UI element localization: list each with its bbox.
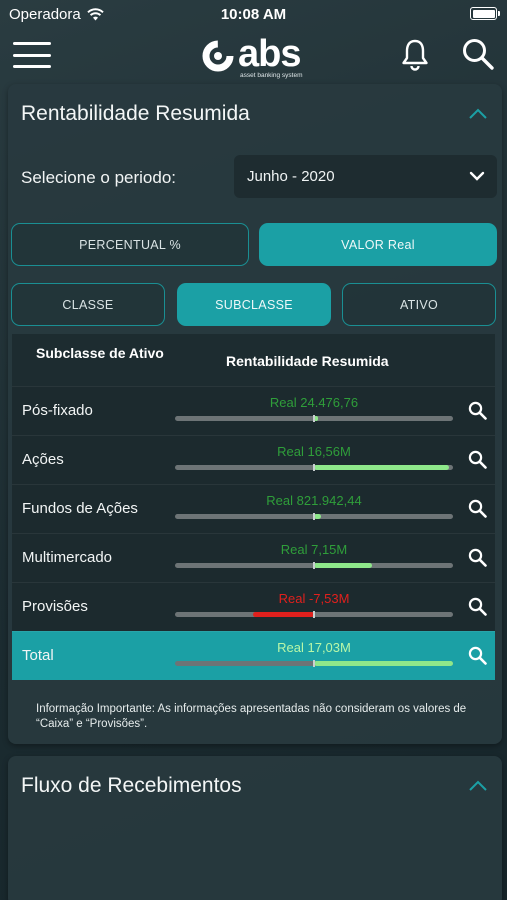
- classe-tab[interactable]: CLASSE: [11, 283, 165, 326]
- search-icon[interactable]: [461, 37, 495, 71]
- value-bar-track: [175, 415, 453, 422]
- row-value: Real 7,15M: [280, 542, 348, 557]
- column-header-subclasse: Subclasse de Ativo: [36, 345, 164, 361]
- important-notice: Informação Importante: As informações ap…: [36, 703, 467, 730]
- row-name: Ações: [22, 451, 64, 468]
- row-value: Real -7,53M: [278, 591, 350, 606]
- zero-marker: [313, 660, 315, 667]
- rentabilidade-table: Subclasse de Ativo Rentabilidade Resumid…: [12, 334, 495, 684]
- chevron-up-icon[interactable]: [468, 780, 488, 792]
- row-name: Fundos de Ações: [22, 500, 138, 517]
- row-search-icon[interactable]: [468, 499, 487, 518]
- row-search-icon[interactable]: [468, 597, 487, 616]
- zero-marker: [313, 415, 315, 422]
- row-value: Real 24.476,76: [269, 395, 359, 410]
- logo-text: abs: [238, 33, 301, 75]
- subclasse-tab[interactable]: SUBCLASSE: [177, 283, 331, 326]
- value-bar-track: [175, 660, 453, 667]
- table-row: Ações Real 16,56M: [12, 435, 495, 484]
- zero-marker: [313, 513, 315, 520]
- table-header: Subclasse de Ativo Rentabilidade Resumid…: [12, 334, 495, 386]
- row-search-icon[interactable]: [468, 450, 487, 469]
- status-time: 10:08 AM: [220, 6, 287, 23]
- rentabilidade-title: Rentabilidade Resumida: [21, 102, 250, 125]
- app-header: abs asset banking system: [0, 28, 507, 82]
- abs-logo: abs asset banking system: [200, 33, 310, 79]
- hamburger-menu-icon[interactable]: [13, 42, 51, 68]
- table-row: Pós-fixado Real 24.476,76: [12, 386, 495, 435]
- row-name: Total: [22, 647, 54, 664]
- column-header-rentabilidade: Rentabilidade Resumida: [226, 353, 389, 369]
- bell-icon[interactable]: [399, 38, 431, 72]
- row-search-icon[interactable]: [468, 646, 487, 665]
- value-bar: [314, 465, 450, 470]
- value-bar: [314, 661, 453, 666]
- row-name: Pós-fixado: [22, 402, 93, 419]
- value-bar-track: [175, 513, 453, 520]
- period-value: Junho - 2020: [247, 168, 335, 185]
- battery-icon: [470, 7, 500, 20]
- value-bar-track: [175, 562, 453, 569]
- percentual-tab[interactable]: PERCENTUAL %: [11, 223, 249, 266]
- total-row: Total Real 17,03M: [12, 631, 495, 680]
- row-search-icon[interactable]: [468, 401, 487, 420]
- table-row: Provisões Real -7,53M: [12, 582, 495, 631]
- row-search-icon[interactable]: [468, 548, 487, 567]
- rentabilidade-card: Rentabilidade Resumida Selecione o perio…: [8, 84, 502, 744]
- value-bar-track: [175, 464, 453, 471]
- zero-marker: [313, 464, 315, 471]
- logo-mark-icon: [202, 40, 234, 72]
- status-bar: Operadora 10:08 AM: [0, 0, 507, 28]
- row-value: Real 17,03M: [277, 640, 351, 655]
- row-name: Multimercado: [22, 549, 113, 566]
- value-bar-track: [175, 611, 453, 618]
- chevron-down-icon: [469, 171, 485, 181]
- value-bar: [314, 514, 321, 519]
- zero-marker: [313, 611, 315, 618]
- zero-marker: [313, 562, 315, 569]
- row-value: Real 821.942,44: [266, 493, 362, 508]
- row-name: Provisões: [22, 598, 88, 615]
- ativo-tab[interactable]: ATIVO: [342, 283, 496, 326]
- period-select[interactable]: Junho - 2020: [234, 155, 497, 198]
- value-bar: [314, 563, 373, 568]
- fluxo-title: Fluxo de Recebimentos: [21, 774, 242, 797]
- fluxo-card: Fluxo de Recebimentos: [8, 756, 502, 900]
- valor-real-tab[interactable]: VALOR Real: [259, 223, 497, 266]
- chevron-up-icon[interactable]: [468, 108, 488, 120]
- table-row: Fundos de Ações Real 821.942,44: [12, 484, 495, 533]
- logo-tagline: asset banking system: [240, 72, 303, 79]
- row-value: Real 16,56M: [277, 444, 351, 459]
- period-label: Selecione o periodo:: [21, 168, 177, 187]
- value-bar: [252, 612, 314, 617]
- table-row: Multimercado Real 7,15M: [12, 533, 495, 582]
